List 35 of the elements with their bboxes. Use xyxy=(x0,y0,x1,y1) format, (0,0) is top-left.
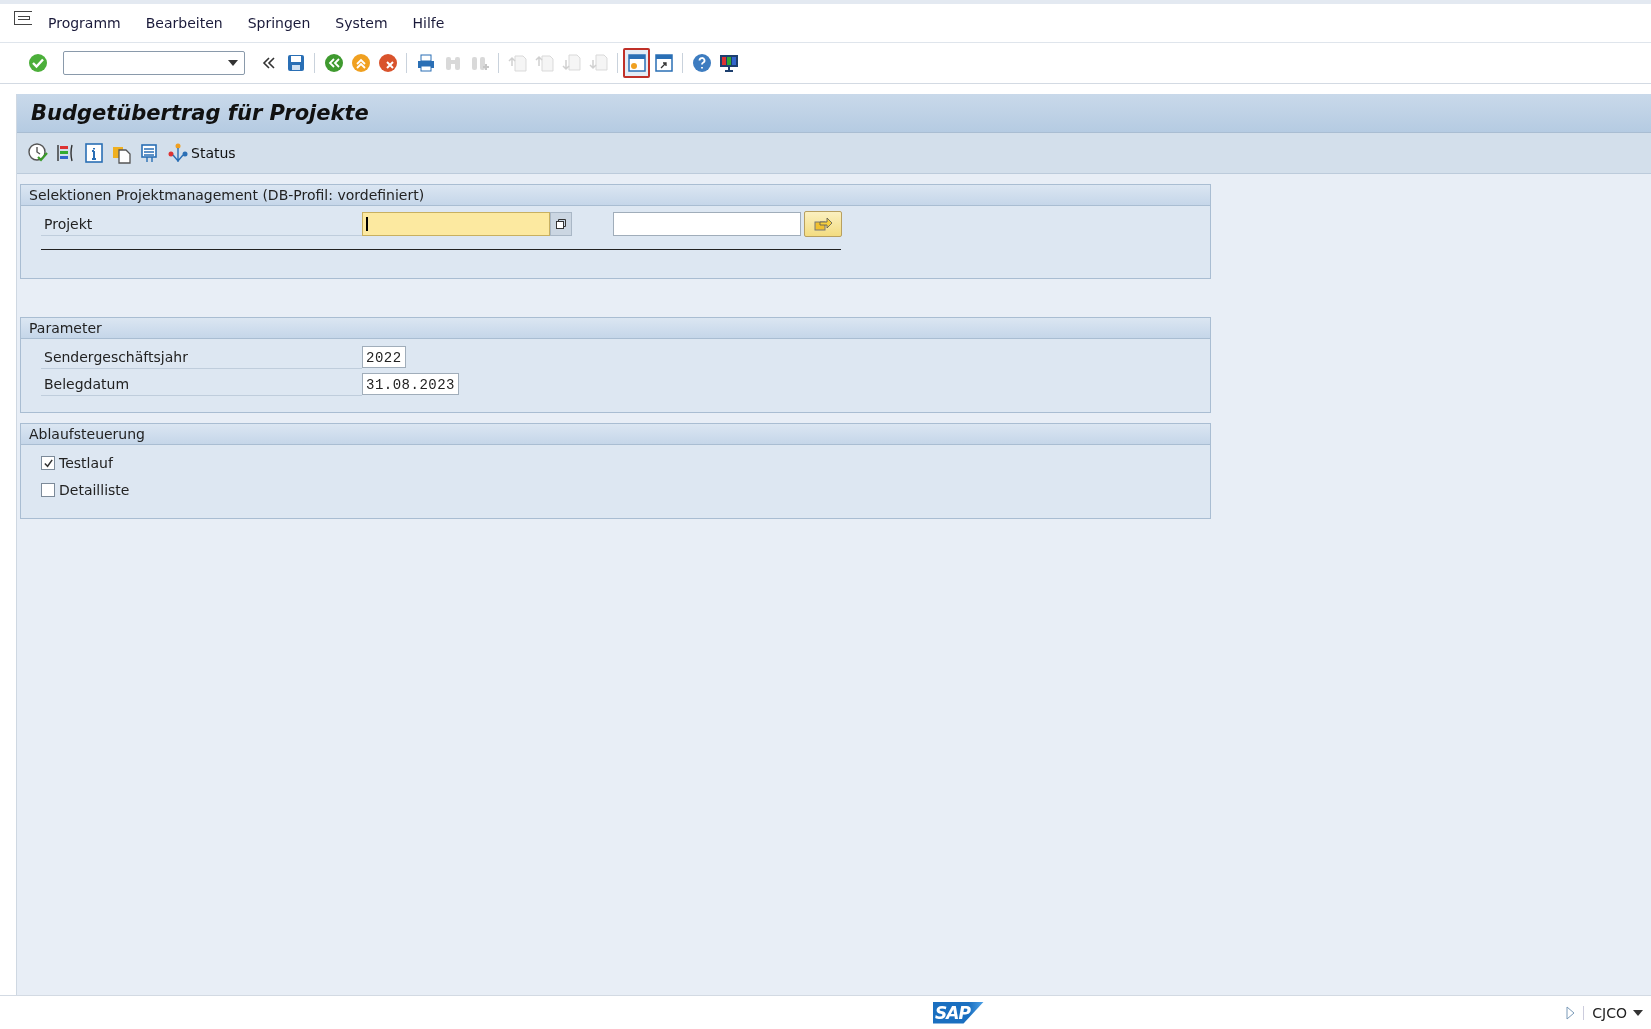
menu-item[interactable]: System xyxy=(335,13,388,33)
checkbox-label: Detailliste xyxy=(59,482,130,498)
screen-title: Budgetübertrag für Projekte xyxy=(17,94,1651,133)
input-field[interactable] xyxy=(613,212,801,236)
value-help-button[interactable] xyxy=(550,212,572,236)
info-icon[interactable] xyxy=(83,142,105,164)
field-label: Projekt xyxy=(41,212,362,236)
group-box-title: Parameter xyxy=(21,318,1210,339)
dropdown-caret-icon[interactable] xyxy=(228,60,238,66)
menu-item[interactable]: Programm xyxy=(48,13,121,33)
sap-logo: SAP xyxy=(933,1001,984,1024)
status-tree-icon xyxy=(167,142,189,164)
arrow-icon xyxy=(812,216,834,232)
input-field[interactable] xyxy=(362,212,550,236)
input-field[interactable]: 31.08.2023 xyxy=(362,373,459,395)
status-button[interactable]: Status xyxy=(167,142,236,164)
input-field[interactable]: 2022 xyxy=(362,346,406,368)
field-label: Sendergeschäftsjahr xyxy=(41,345,362,369)
multiple-selection-button[interactable] xyxy=(804,211,842,237)
checkbox-label: Testlauf xyxy=(59,455,113,471)
clock-check-icon[interactable] xyxy=(27,142,49,164)
checkbox[interactable] xyxy=(41,456,55,470)
play-triangle-icon[interactable] xyxy=(1565,1005,1585,1020)
group-box-title: Ablaufsteuerung xyxy=(21,424,1210,445)
menu-item[interactable]: Bearbeiten xyxy=(145,13,223,33)
overlapping-squares-icon xyxy=(555,218,567,230)
menu-item[interactable]: Springen xyxy=(247,13,311,33)
command-field[interactable] xyxy=(63,51,245,75)
group-box-title: Selektionen Projektmanagement (DB-Profil: vordefiniert) xyxy=(21,185,1210,206)
checkbox[interactable] xyxy=(41,483,55,497)
menu-item[interactable]: Hilfe xyxy=(412,13,445,33)
field-label: Belegdatum xyxy=(41,372,362,396)
menu-icon[interactable] xyxy=(14,11,32,25)
transaction-code[interactable]: CJCO xyxy=(1592,1004,1627,1021)
dropdown-caret-icon[interactable] xyxy=(1633,1009,1643,1016)
